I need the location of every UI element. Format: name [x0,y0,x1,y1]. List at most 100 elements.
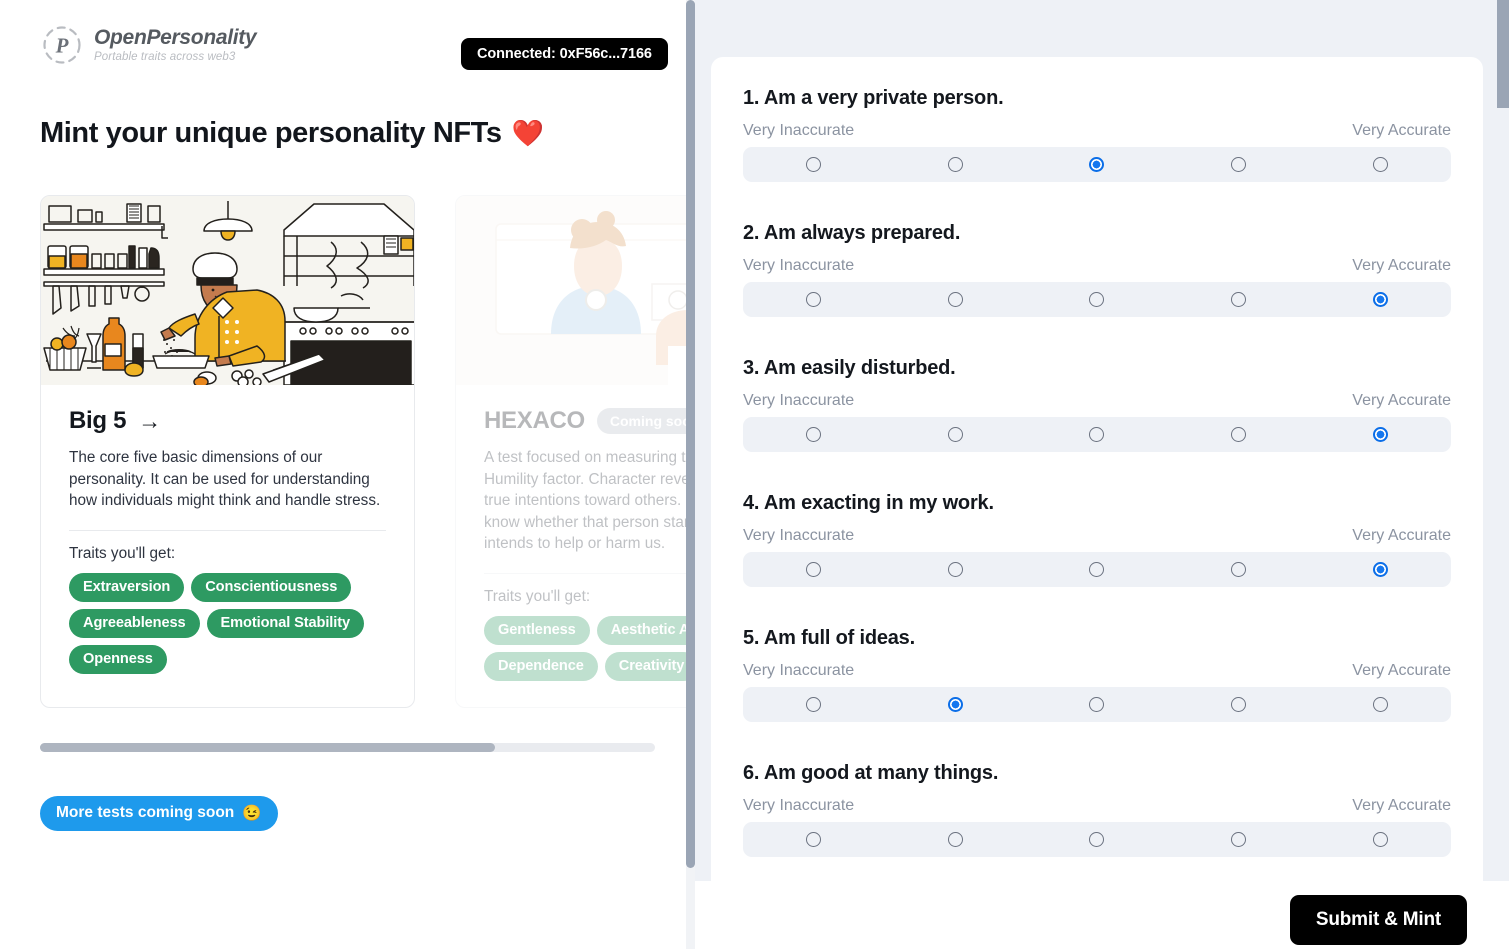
scale-option-4[interactable] [1168,687,1310,722]
wallet-status-badge[interactable]: Connected: 0xF56c...7166 [461,38,668,70]
radio-selected-icon[interactable] [1089,157,1105,172]
scale-option-1[interactable] [743,552,885,587]
scale-option-2[interactable] [885,282,1027,317]
scale-max-label: Very Accurate [1352,662,1451,679]
scale-row [743,687,1451,722]
left-panel-scrollbar-thumb[interactable] [686,0,695,868]
radio-unselected-icon[interactable] [806,832,822,847]
radio-unselected-icon[interactable] [1089,292,1105,307]
radio-unselected-icon[interactable] [947,832,963,847]
scale-option-3[interactable] [1026,687,1168,722]
scale-option-4[interactable] [1168,552,1310,587]
traits-list-hexaco: Gentleness Aesthetic Appreciation Depend… [484,615,695,681]
scale-option-5[interactable] [1309,687,1451,722]
radio-unselected-icon[interactable] [947,427,963,442]
scale-labels: Very Inaccurate Very Accurate [743,527,1451,545]
test-card-hexaco[interactable]: HEXACO Coming soon A test focused on mea… [455,195,695,708]
app-root: P OpenPersonality Portable traits across… [0,0,1509,949]
radio-unselected-icon[interactable] [947,292,963,307]
scale-option-4[interactable] [1168,282,1310,317]
radio-unselected-icon[interactable] [1372,832,1388,847]
radio-unselected-icon[interactable] [806,157,822,172]
more-tests-coming-soon-button[interactable]: More tests coming soon 😉 [40,795,278,831]
trait-pill: Aesthetic Appreciation [596,615,695,645]
radio-unselected-icon[interactable] [1372,697,1388,712]
trait-pill: Extraversion [69,572,185,602]
carousel-scrollbar-thumb[interactable] [40,742,495,752]
traits-label: Traits you'll get: [484,587,591,605]
scale-option-1[interactable] [743,822,885,857]
radio-selected-icon[interactable] [947,697,963,712]
radio-unselected-icon[interactable] [1231,292,1247,307]
left-panel-scrollbar[interactable] [686,0,695,949]
radio-unselected-icon[interactable] [806,697,822,712]
question-text: 6. Am good at many things. [743,762,999,784]
radio-unselected-icon[interactable] [947,157,963,172]
radio-unselected-icon[interactable] [947,562,963,577]
scale-option-5[interactable] [1309,282,1451,317]
radio-unselected-icon[interactable] [806,292,822,307]
radio-unselected-icon[interactable] [1089,832,1105,847]
scale-option-5[interactable] [1309,417,1451,452]
quiz-panel-scrollbar[interactable] [1497,0,1509,949]
scale-option-4[interactable] [1168,822,1310,857]
left-panel-content: P OpenPersonality Portable traits across… [0,0,695,831]
radio-unselected-icon[interactable] [1231,427,1247,442]
radio-unselected-icon[interactable] [1231,832,1247,847]
tests-carousel[interactable]: Big 5 → The core five basic dimensions o… [40,195,695,708]
submit-and-mint-button[interactable]: Submit & Mint [1289,895,1467,945]
radio-unselected-icon[interactable] [1372,157,1388,172]
radio-selected-icon[interactable] [1372,562,1388,577]
scale-option-2[interactable] [885,687,1027,722]
scale-option-1[interactable] [743,147,885,182]
card-description: The core five basic dimensions of our pe… [69,449,381,510]
question-text: 5. Am full of ideas. [743,627,915,649]
scale-option-2[interactable] [885,552,1027,587]
scale-max-label: Very Accurate [1352,257,1451,274]
scale-option-2[interactable] [885,822,1027,857]
wink-emoji-icon: 😉 [242,804,262,822]
radio-unselected-icon[interactable] [1089,562,1105,577]
scale-max-label: Very Accurate [1352,122,1451,139]
quiz-panel: 1. Am a very private person. Very Inaccur… [695,0,1509,949]
scale-option-5[interactable] [1309,147,1451,182]
scale-option-1[interactable] [743,417,885,452]
quiz-card: 1. Am a very private person. Very Inaccur… [711,57,1483,949]
scale-option-2[interactable] [885,417,1027,452]
scale-option-3[interactable] [1026,147,1168,182]
scale-option-3[interactable] [1026,552,1168,587]
radio-selected-icon[interactable] [1372,292,1388,307]
radio-unselected-icon[interactable] [806,562,822,577]
test-card-big5[interactable]: Big 5 → The core five basic dimensions o… [40,195,415,708]
scale-labels: Very Inaccurate Very Accurate [743,662,1451,680]
scale-option-2[interactable] [885,147,1027,182]
scale-option-3[interactable] [1026,822,1168,857]
question-text: 1. Am a very private person. [743,87,1004,109]
scale-option-1[interactable] [743,282,885,317]
scale-option-4[interactable] [1168,417,1310,452]
card-divider [484,572,695,574]
brand-header: P OpenPersonality Portable traits across… [40,0,668,70]
scale-option-3[interactable] [1026,282,1168,317]
scale-option-3[interactable] [1026,417,1168,452]
carousel-scrollbar[interactable] [40,742,655,752]
radio-unselected-icon[interactable] [806,427,822,442]
quiz-question: 4. Am exacting in my work. Very Inaccurat… [743,492,1451,587]
radio-unselected-icon[interactable] [1231,157,1247,172]
question-text: 4. Am exacting in my work. [743,492,994,514]
scale-option-4[interactable] [1168,147,1310,182]
scale-min-label: Very Inaccurate [743,122,855,139]
scale-row [743,552,1451,587]
radio-unselected-icon[interactable] [1231,562,1247,577]
quiz-panel-scrollbar-thumb[interactable] [1497,0,1509,108]
scale-option-1[interactable] [743,687,885,722]
scale-option-5[interactable] [1309,552,1451,587]
radio-unselected-icon[interactable] [1089,427,1105,442]
radio-unselected-icon[interactable] [1231,697,1247,712]
page-title: Mint your unique personality NFTs ❤️ [40,117,655,150]
scale-option-5[interactable] [1309,822,1451,857]
question-text: 2. Am always prepared. [743,222,961,244]
card-title-row-hexaco: HEXACO Coming soon [484,407,695,435]
radio-unselected-icon[interactable] [1089,697,1105,712]
radio-selected-icon[interactable] [1372,427,1388,442]
